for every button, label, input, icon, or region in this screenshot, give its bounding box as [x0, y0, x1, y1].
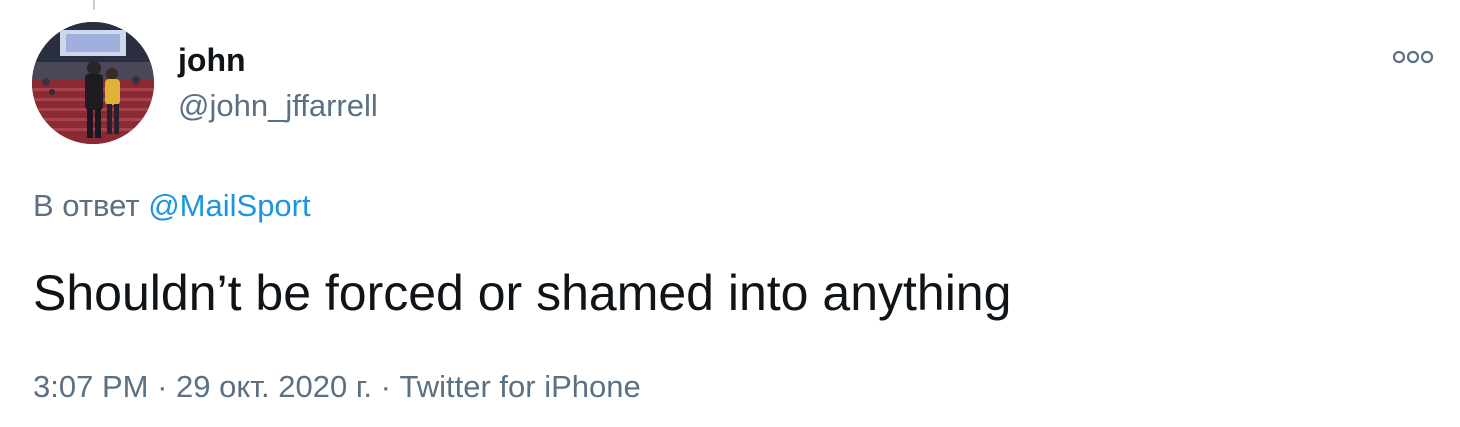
avatar[interactable]	[32, 22, 154, 144]
user-avatar-photo-icon	[32, 22, 154, 144]
user-handle[interactable]: @john_jffarrell	[178, 86, 378, 126]
tweet-source-link[interactable]: Twitter for iPhone	[400, 369, 641, 404]
tweet-text: Shouldn’t be forced or shamed into anyth…	[33, 265, 1012, 321]
meta-separator: ·	[148, 369, 177, 404]
more-options-button[interactable]	[1390, 42, 1436, 72]
meta-separator: ·	[371, 369, 400, 404]
more-options-icon	[1392, 50, 1434, 64]
reply-prefix: В ответ	[33, 188, 140, 223]
tweet-time-link[interactable]: 3:07 PM	[33, 369, 148, 404]
thread-connector-line	[93, 0, 95, 10]
tweet-date-link[interactable]: 29 окт. 2020 г.	[176, 369, 372, 404]
tweet-metadata: 3:07 PM · 29 окт. 2020 г. · Twitter for …	[33, 367, 641, 407]
user-display-name[interactable]: john	[178, 40, 246, 80]
reply-context: В ответ @MailSport	[33, 186, 311, 226]
reply-mention-link[interactable]: @MailSport	[148, 188, 310, 223]
